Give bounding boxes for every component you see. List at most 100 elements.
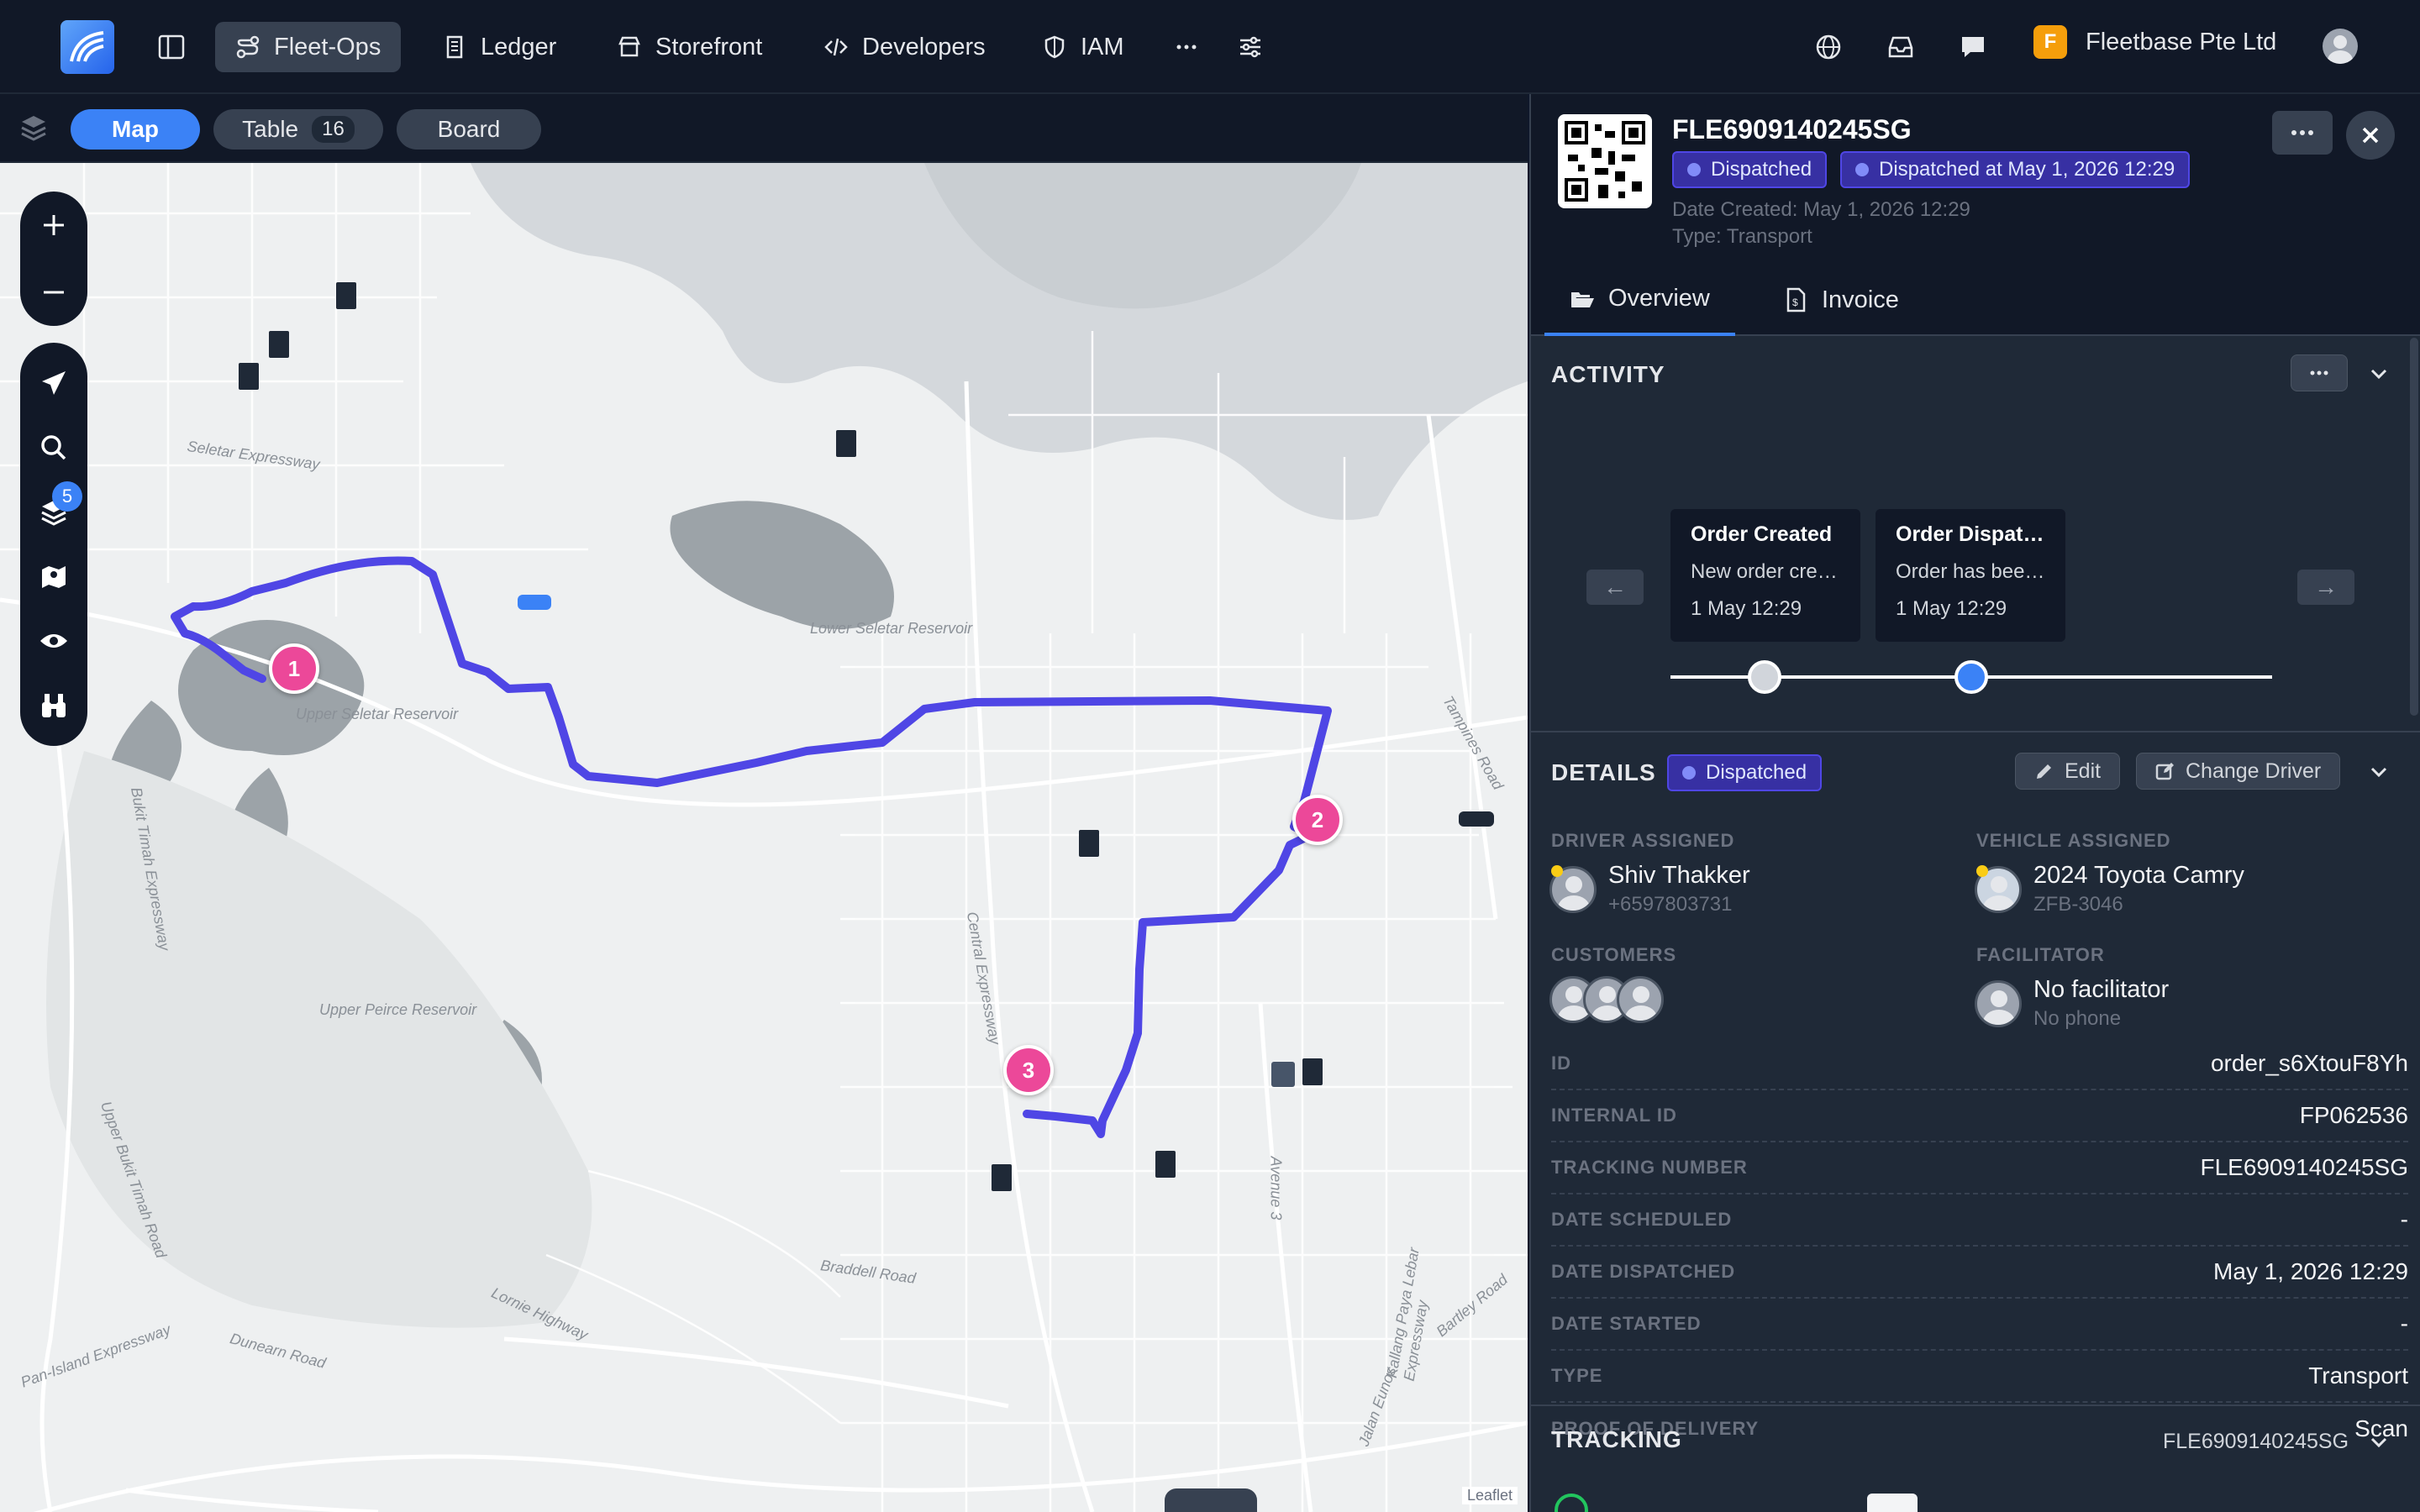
order-actions-button[interactable] [2272,111,2333,155]
detail-row-date-started: DATE STARTED - [1551,1299,2408,1351]
activity-card-time: 1 May 12:29 [1691,597,1802,620]
layers-icon[interactable] [18,113,49,147]
detail-row-internal-id: INTERNAL ID FP062536 [1551,1090,2408,1142]
warehouse-icon [1271,1062,1295,1087]
panel-tabs: Overview $ Invoice [1531,264,2420,336]
view-table-button[interactable]: Table 16 [213,109,383,150]
map-view-button[interactable] [20,544,87,609]
detail-value[interactable]: FLE6909140245SG [2200,1154,2408,1181]
activity-card[interactable]: Order Created New order created. 1 May 1… [1670,509,1860,642]
online-status-dot [1976,865,1988,877]
map-marker-icon [42,566,66,589]
vehicle-assigned[interactable]: 2024 Toyota Camry ZFB-3046 [1975,862,2244,916]
inbox-icon[interactable] [1879,25,1923,69]
driver-name: Shiv Thakker [1608,862,1750,889]
chevron-down-icon[interactable] [2366,1430,2391,1455]
detail-row-date-scheduled: DATE SCHEDULED - [1551,1194,2408,1247]
driver-assigned[interactable]: Shiv Thakker +6597803731 [1549,862,1750,916]
activity-prev-button[interactable]: ← [1586,570,1644,605]
tab-overview[interactable]: Overview [1544,264,1735,336]
order-id-title: FLE6909140245SG [1672,114,1912,144]
view-switcher-bar: Map Table 16 Board [0,94,1528,163]
invoice-icon: $ [1786,287,1806,312]
layers-button[interactable]: 5 [20,480,87,544]
timeline-knob-start[interactable] [1748,660,1781,694]
activity-next-button[interactable]: → [2297,570,2354,605]
view-map-button[interactable]: Map [71,109,200,150]
attribution-label[interactable]: Leaflet [1462,1487,1518,1504]
status-dot [1687,163,1701,176]
globe-icon[interactable] [1807,25,1850,69]
detail-key: DATE SCHEDULED [1551,1209,1733,1230]
detail-value[interactable]: order_s6XtouF8Yh [2211,1050,2408,1077]
fleetbase-logo[interactable] [60,20,114,74]
customer-avatars[interactable] [1549,976,1664,1023]
status-dot [1682,766,1696,780]
nav-fleet-ops[interactable]: Fleet-Ops [215,22,402,72]
organization-switcher[interactable]: F Fleetbase Pte Ltd [2033,25,2276,59]
nav-iam[interactable]: IAM [1022,22,1144,72]
detail-row-tracking-number: TRACKING NUMBER FLE6909140245SG [1551,1142,2408,1194]
search-map-button[interactable] [20,416,87,480]
chevron-down-icon[interactable] [2366,759,2391,785]
facilitator-name: No facilitator [2033,976,2170,1003]
close-panel-button[interactable] [2346,111,2395,160]
nav-storefront[interactable]: Storefront [597,22,782,72]
edit-square-icon [2155,763,2174,780]
chat-icon[interactable] [1951,25,1995,69]
activity-actions-button[interactable] [2291,354,2348,391]
folder-open-icon [1571,292,1594,307]
chevron-down-icon[interactable] [2366,361,2391,386]
facilitator-phone: No phone [2033,1007,2122,1030]
stop-marker-1[interactable]: 1 [269,643,319,694]
order-type: Type: Transport [1672,225,1812,248]
vehicle-icon[interactable] [1459,811,1494,827]
stop-marker-2[interactable]: 2 [1292,795,1343,845]
status-label: Dispatched [1711,158,1812,181]
detail-key: ID [1551,1053,1571,1074]
activity-card[interactable]: Order Dispatched Order has been dispatch… [1876,509,2065,642]
zoom-out-button[interactable] [20,259,87,326]
driver-assigned-label: DRIVER ASSIGNED [1551,830,1735,851]
binoculars-button[interactable] [20,673,87,738]
sidebar-toggle-icon[interactable] [150,25,193,69]
view-board-button[interactable]: Board [397,109,541,150]
order-details-panel: FLE6909140245SG Dispatched Dispatched at… [1529,94,2420,1512]
plus-icon [44,215,64,235]
sliders-icon[interactable] [1228,25,1272,69]
tab-invoice[interactable]: $ Invoice [1758,264,1924,336]
panel-scrollbar[interactable] [2410,338,2418,716]
facilitator[interactable]: No facilitator No phone [1975,976,2169,1031]
driver-phone: +6597803731 [1608,893,1733,916]
detail-value[interactable]: FP062536 [2300,1102,2408,1129]
date-created: Date Created: May 1, 2026 12:29 [1672,198,1970,221]
activity-card-time: 1 May 12:29 [1896,597,2007,620]
detail-row-date-dispatched: DATE DISPATCHED May 1, 2026 12:29 [1551,1247,2408,1299]
table-count-badge: 16 [312,116,355,143]
user-avatar[interactable] [2323,29,2358,64]
reservoir-label: Upper Seletar Reservoir [296,706,459,722]
zoom-in-button[interactable] [20,192,87,259]
drawer-handle[interactable] [1165,1488,1257,1512]
tracking-section-title: TRACKING [1551,1426,1682,1452]
stop-marker-3[interactable]: 3 [1003,1045,1054,1095]
nav-label: Developers [862,33,986,60]
layers-count-badge: 5 [52,481,82,512]
navigate-button[interactable] [20,351,87,416]
edit-order-button[interactable]: Edit [2015,753,2121,790]
nature-reserve [46,751,592,1328]
map-canvas[interactable]: Seletar Expressway Lower Seletar Reservo… [0,163,1528,1512]
nav-developers[interactable]: Developers [803,22,1006,72]
visibility-button[interactable] [20,609,87,674]
activity-section-title: ACTIVITY [1551,361,1665,387]
tracking-section-wrapper [1531,1403,2420,1512]
vehicle-icon[interactable] [518,595,551,610]
vehicle-plate: ZFB-3046 [2033,893,2123,916]
qr-code [1558,114,1652,208]
shield-icon [1044,35,1065,59]
change-driver-button[interactable]: Change Driver [2136,753,2341,790]
more-icon[interactable] [1165,25,1208,69]
details-section-title: DETAILS [1551,759,1656,785]
nav-ledger[interactable]: Ledger [422,22,576,72]
timeline-knob-current[interactable] [1954,660,1988,694]
